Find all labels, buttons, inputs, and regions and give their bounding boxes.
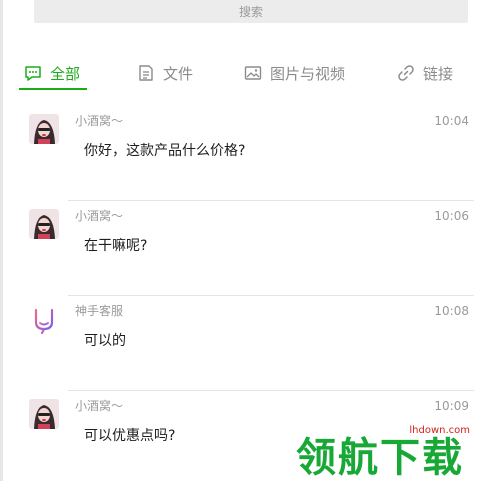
tab-media-label: 图片与视频	[270, 64, 346, 83]
message-item[interactable]: 神手客服 10:08 可以的	[0, 296, 478, 391]
tab-all[interactable]: 全部	[24, 60, 80, 86]
message-time: 10:06	[434, 209, 469, 223]
tab-all-label: 全部	[50, 64, 81, 83]
tab-media[interactable]: 图片与视频	[244, 60, 345, 86]
message-sender: 小酒窝～	[75, 209, 124, 223]
document-icon	[139, 65, 153, 81]
active-tab-indicator	[19, 88, 87, 90]
tab-file[interactable]: 文件	[137, 60, 193, 86]
message-text: 可以的	[84, 333, 126, 349]
watermark: 领航下载 lhdown.com	[296, 419, 474, 481]
user-avatar[interactable]	[29, 399, 59, 429]
image-icon	[244, 66, 262, 80]
message-sender: 小酒窝～	[75, 114, 124, 128]
message-time: 10:09	[434, 399, 469, 413]
search-placeholder: 搜索	[238, 5, 263, 19]
chat-bubble-icon	[25, 66, 41, 81]
tab-link[interactable]: 链接	[397, 60, 453, 86]
message-time: 10:08	[434, 304, 469, 318]
watermark-url: lhdown.com	[409, 425, 470, 436]
message-sender: 小酒窝～	[75, 399, 124, 413]
message-text: 在干嘛呢?	[84, 238, 148, 254]
message-text: 可以优惠点吗?	[84, 428, 176, 444]
message-item[interactable]: 小酒窝～ 10:04 你好，这款产品什么价格?	[0, 106, 478, 201]
search-input[interactable]: 搜索	[34, 0, 468, 23]
tab-file-label: 文件	[163, 64, 194, 83]
message-item[interactable]: 小酒窝～ 10:06 在干嘛呢?	[0, 201, 478, 296]
user-avatar[interactable]	[29, 209, 59, 239]
filter-tabs: 全部 文件 图片与视频 链接	[0, 50, 478, 92]
user-avatar[interactable]	[29, 114, 59, 144]
message-text: 你好，这款产品什么价格?	[84, 143, 246, 159]
message-time: 10:04	[434, 114, 469, 128]
service-logo[interactable]	[29, 304, 59, 334]
tab-link-label: 链接	[423, 64, 454, 83]
link-icon	[398, 65, 414, 81]
message-sender: 神手客服	[75, 304, 124, 318]
